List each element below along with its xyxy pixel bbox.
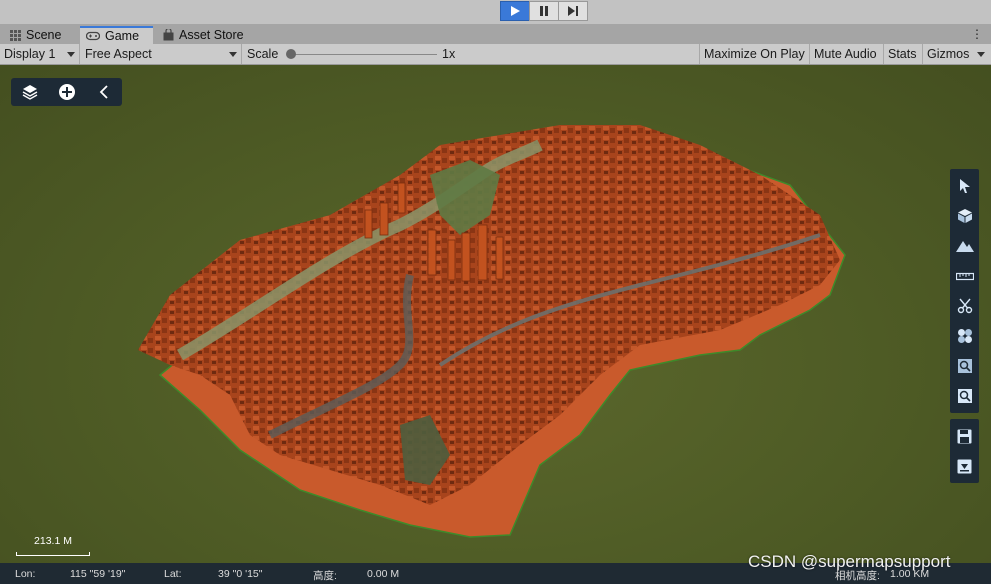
lon-value: 115 "59 '19": [70, 568, 126, 580]
step-icon: [568, 6, 578, 16]
height-value: 0.00 M: [367, 568, 400, 580]
add-circle-icon: [58, 84, 75, 100]
image-search-icon: [957, 359, 972, 373]
chevron-down-icon: [977, 52, 985, 57]
cluster-icon: [957, 329, 972, 343]
scale-slider-track[interactable]: [292, 54, 437, 55]
mute-label: Mute Audio: [814, 47, 877, 61]
clip-tool-button[interactable]: [950, 291, 979, 321]
terrain-tool-button[interactable]: [950, 231, 979, 261]
layers-button[interactable]: [11, 78, 48, 106]
save-button[interactable]: [950, 421, 979, 451]
chevron-down-icon: [229, 52, 237, 57]
tab-scene[interactable]: Scene: [4, 26, 67, 44]
gizmos-label: Gizmos: [927, 47, 970, 61]
measure-tool-button[interactable]: [950, 261, 979, 291]
play-controls: [500, 1, 588, 21]
display-dropdown[interactable]: Display 1: [0, 44, 80, 64]
tab-asset-store[interactable]: Asset Store: [157, 26, 250, 44]
pause-icon: [540, 6, 548, 16]
grid-icon: [10, 29, 21, 41]
lat-label: Lat:: [164, 568, 182, 580]
tool-group-file: [950, 419, 979, 483]
tab-game[interactable]: Game: [80, 26, 153, 44]
maximize-on-play-toggle[interactable]: Maximize On Play: [699, 44, 810, 64]
chevron-down-icon: [67, 52, 75, 57]
stats-label: Stats: [888, 47, 917, 61]
scissors-icon: [957, 298, 972, 314]
scale-value: 1x: [438, 44, 478, 64]
search-tool-button[interactable]: [950, 381, 979, 411]
play-toolbar: [0, 0, 991, 24]
tab-label: Scene: [26, 28, 62, 42]
scale-value-text: 1x: [442, 47, 456, 61]
city-3d-model[interactable]: [0, 65, 991, 563]
analysis-toolbar: [950, 169, 979, 489]
aspect-label: Free Aspect: [85, 47, 152, 61]
editor-tab-bar: Scene Game Asset Store ⋮: [0, 24, 991, 45]
aspect-dropdown[interactable]: Free Aspect: [81, 44, 242, 64]
ruler-icon: [955, 272, 974, 281]
game-view-toolbar: Display 1 Free Aspect Scale 1x Maximize …: [0, 44, 991, 65]
chevron-left-icon: [99, 85, 108, 99]
map-scale-bar: 213.1 M: [16, 535, 90, 557]
scale-slider-handle[interactable]: [286, 49, 296, 59]
tool-group-main: [950, 169, 979, 413]
step-button[interactable]: [558, 1, 588, 21]
tab-menu-icon[interactable]: ⋮: [971, 27, 983, 41]
select-tool-button[interactable]: [950, 171, 979, 201]
cube-icon: [957, 209, 972, 223]
scale-bar-label: 213.1 M: [34, 535, 72, 547]
scale-label-text: Scale: [247, 47, 279, 61]
game-viewport[interactable]: 213.1 M: [0, 65, 991, 563]
layers-icon: [22, 85, 37, 100]
store-icon: [163, 29, 174, 41]
scene-query-button[interactable]: [950, 351, 979, 381]
stats-toggle[interactable]: Stats: [884, 44, 923, 64]
lon-label: Lon:: [15, 568, 36, 580]
height-label: 高度:: [313, 570, 337, 582]
play-button[interactable]: [500, 1, 530, 21]
add-data-button[interactable]: [48, 78, 85, 106]
scale-bar-line: [16, 552, 90, 556]
save-icon: [957, 429, 972, 443]
gamepad-icon: [86, 31, 100, 41]
map-control-panel: [11, 78, 122, 106]
cursor-icon: [959, 179, 970, 193]
download-button[interactable]: [950, 451, 979, 481]
gizmos-dropdown[interactable]: Gizmos: [923, 44, 991, 64]
collapse-button[interactable]: [85, 78, 122, 106]
scale-label: Scale: [243, 44, 283, 64]
pause-button[interactable]: [529, 1, 559, 21]
play-icon: [511, 6, 520, 16]
download-icon: [957, 459, 972, 473]
watermark: CSDN @supermapsupport: [748, 552, 951, 571]
analysis-tool-button[interactable]: [950, 321, 979, 351]
display-label: Display 1: [4, 47, 56, 61]
model-tool-button[interactable]: [950, 201, 979, 231]
tab-label: Game: [105, 29, 140, 43]
mute-audio-toggle[interactable]: Mute Audio: [810, 44, 884, 64]
mountain-icon: [955, 241, 974, 252]
tab-label: Asset Store: [179, 28, 244, 42]
lat-value: 39 "0 '15": [218, 568, 263, 580]
search-icon: [957, 389, 972, 403]
maximize-label: Maximize On Play: [704, 47, 805, 61]
